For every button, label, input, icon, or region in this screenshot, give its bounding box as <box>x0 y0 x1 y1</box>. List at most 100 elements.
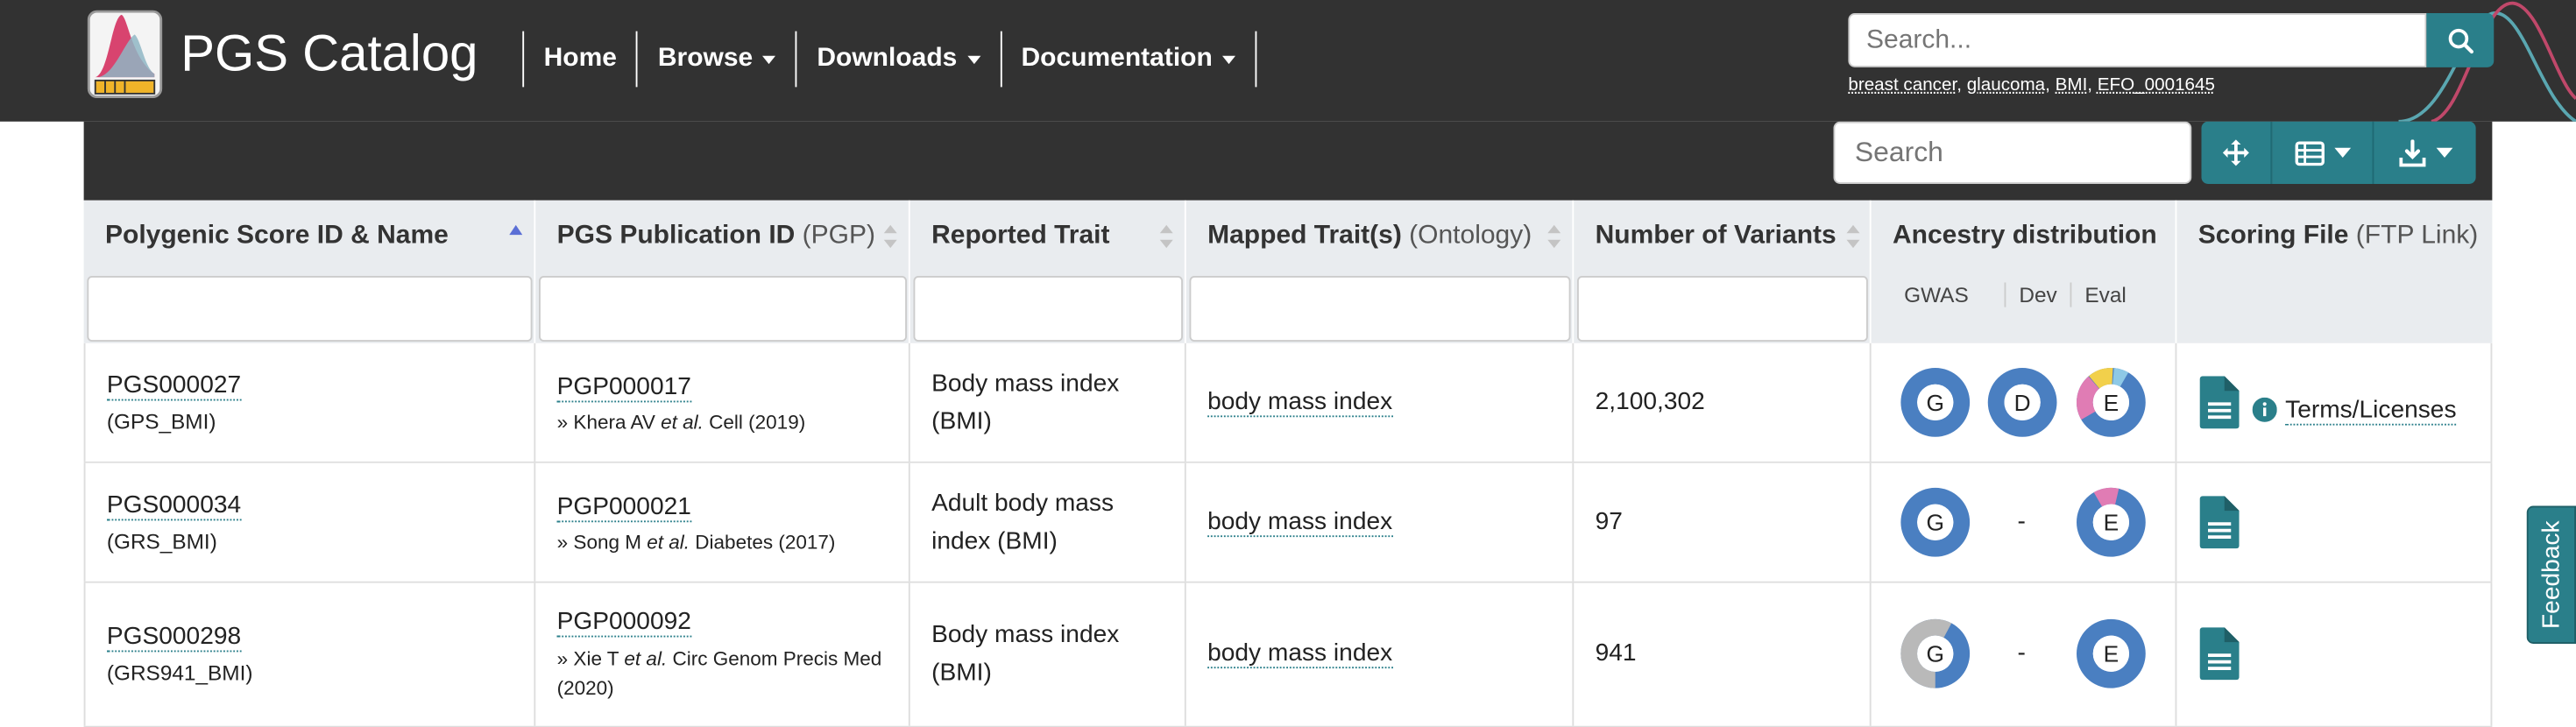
filter-variants-input[interactable] <box>1577 276 1868 342</box>
feedback-label: Feedback <box>2537 520 2565 630</box>
ancestry-donut-eval[interactable]: E <box>2075 486 2148 559</box>
search-example-link[interactable]: glaucoma <box>1967 75 2045 95</box>
column-title-text: Number of Variants <box>1595 222 1836 250</box>
column-header-variants[interactable]: Number of Variants <box>1574 200 1872 343</box>
nav-downloads-label: Downloads <box>817 44 958 73</box>
table-search-input[interactable] <box>1833 121 2192 184</box>
nav-documentation-dropdown[interactable]: Documentation <box>1000 31 1257 88</box>
column-title: Scoring File (FTP Link) <box>2198 222 2479 251</box>
pub-author: Khera AV <box>573 410 655 434</box>
ancestry-label: G <box>1927 510 1944 536</box>
reported-trait: Body mass index (BMI) <box>931 620 1120 687</box>
nav-documentation-label: Documentation <box>1021 44 1213 73</box>
columns-toggle-button[interactable] <box>2272 121 2374 184</box>
file-download-icon[interactable] <box>2199 376 2240 429</box>
export-button[interactable] <box>2374 121 2476 184</box>
ancestry-label: D <box>2014 390 2031 416</box>
file-download-icon[interactable] <box>2199 627 2240 681</box>
pgs-name: (GRS_BMI) <box>106 528 217 554</box>
search-example-link[interactable]: breast cancer <box>1848 75 1957 95</box>
pgs-id-link[interactable]: PGS000034 <box>106 491 242 521</box>
publication-citation: » Song M et al. Diabetes (2017) <box>557 527 902 557</box>
pgs-id-link[interactable]: PGS000027 <box>106 371 242 401</box>
sort-asc-icon <box>509 224 523 236</box>
ancestry-sub-gwas: GWAS <box>1904 282 1969 307</box>
ancestry-sub-dev-text: Dev <box>2019 282 2057 307</box>
nav-browse-label: Browse <box>657 44 754 73</box>
pgp-id-link[interactable]: PGP000092 <box>556 607 691 638</box>
header-search <box>1848 13 2495 67</box>
header-search-button[interactable] <box>2426 13 2495 67</box>
pgp-id-link[interactable]: PGP000021 <box>556 492 691 523</box>
pgs-id-link[interactable]: PGS000298 <box>106 622 242 653</box>
cell-pgs: PGS000027 (GPS_BMI) <box>83 342 536 462</box>
cell-variants: 941 <box>1574 582 1872 726</box>
ancestry-donut-gwas[interactable]: G <box>1900 366 1972 439</box>
double-chevron-right-icon: » <box>556 410 569 434</box>
ancestry-donut-eval[interactable]: E <box>2075 366 2148 439</box>
header-search-input[interactable] <box>1848 13 2427 67</box>
pub-journal: Cell (2019) <box>709 410 806 434</box>
sort-both-icon <box>1846 224 1860 249</box>
info-icon[interactable] <box>2252 397 2277 422</box>
ancestry-donut-eval[interactable]: E <box>2075 618 2148 690</box>
mapped-trait-link[interactable]: body mass index <box>1207 639 1393 669</box>
mapped-trait-link[interactable]: body mass index <box>1207 387 1393 418</box>
pgs-catalog-logo-icon[interactable] <box>86 8 165 100</box>
cell-ancestry: G - E <box>1872 462 2177 582</box>
table-row: PGS000027 (GPS_BMI) PGP000017 » Khera AV… <box>83 342 2493 463</box>
nav-downloads-dropdown[interactable]: Downloads <box>795 31 1000 88</box>
reported-trait: Adult body mass index (BMI) <box>931 489 1115 555</box>
cell-variants: 97 <box>1574 462 1872 582</box>
search-example-link[interactable]: EFO_0001645 <box>2098 75 2215 95</box>
pgp-id-link[interactable]: PGP000017 <box>556 372 691 403</box>
nav-browse-dropdown[interactable]: Browse <box>636 31 795 88</box>
column-title-text: PGS Publication ID <box>556 222 796 250</box>
column-header-pgs-id[interactable]: Polygenic Score ID & Name <box>84 200 536 343</box>
caret-down-icon <box>1222 54 1236 64</box>
ancestry-donut-gwas[interactable]: G <box>1900 618 1972 690</box>
nav-home[interactable]: Home <box>522 31 636 88</box>
filter-pgs-id-input[interactable] <box>87 276 533 342</box>
column-title: Mapped Trait(s) (Ontology) <box>1207 222 1532 251</box>
pub-author: Song M <box>573 530 641 554</box>
double-chevron-right-icon: » <box>556 646 569 670</box>
ancestry-donut-gwas[interactable]: G <box>1900 486 1972 559</box>
column-subtitle: (FTP Link) <box>2355 222 2479 250</box>
column-header-mapped-trait[interactable]: Mapped Trait(s) (Ontology) <box>1186 200 1575 343</box>
column-title: Reported Trait <box>931 222 1109 251</box>
column-title: Number of Variants <box>1596 222 1836 251</box>
file-download-icon[interactable] <box>2199 496 2240 549</box>
filter-pgp-id-input[interactable] <box>539 276 907 342</box>
variant-count: 2,100,302 <box>1595 387 1705 416</box>
download-icon <box>2398 138 2425 166</box>
column-subtitle: (PGP) <box>802 222 876 250</box>
pub-journal: Diabetes (2017) <box>695 530 836 554</box>
search-example-link[interactable]: BMI <box>2056 75 2088 95</box>
filter-mapped-trait-input[interactable] <box>1189 276 1571 342</box>
filter-reported-trait-input[interactable] <box>913 276 1183 342</box>
brand-title[interactable]: PGS Catalog <box>180 25 478 84</box>
cell-reported-trait: Body mass index (BMI) <box>910 342 1186 462</box>
feedback-tab[interactable]: Feedback <box>2526 505 2576 644</box>
fullscreen-button[interactable] <box>2201 121 2273 184</box>
pub-author: Xie T <box>573 646 619 670</box>
cell-pgs: PGS000298 (GRS941_BMI) <box>83 582 536 726</box>
column-title-text: Reported Trait <box>931 222 1110 250</box>
column-title-text: Mapped Trait(s) <box>1207 222 1402 250</box>
column-subtitle: (Ontology) <box>1409 222 1532 250</box>
column-title: PGS Publication ID (PGP) <box>557 222 875 251</box>
terms-licenses-link[interactable]: Terms/Licenses <box>2285 395 2457 426</box>
column-header-pgp-id[interactable]: PGS Publication ID (PGP) <box>535 200 910 343</box>
sort-both-icon <box>1547 224 1561 249</box>
column-title: Polygenic Score ID & Name <box>105 222 449 251</box>
pub-etal: et al. <box>647 530 690 554</box>
column-header-reported-trait[interactable]: Reported Trait <box>910 200 1186 343</box>
nav-home-label: Home <box>543 44 617 73</box>
variant-count: 941 <box>1595 639 1637 667</box>
column-header-ancestry: Ancestry distribution GWAS Dev Eval <box>1872 200 2177 343</box>
ancestry-donut-dev[interactable]: D <box>1986 366 2059 439</box>
caret-down-icon <box>2435 147 2452 158</box>
top-navbar: PGS Catalog Home Browse Downloads Docume… <box>0 0 2576 122</box>
mapped-trait-link[interactable]: body mass index <box>1207 507 1393 538</box>
